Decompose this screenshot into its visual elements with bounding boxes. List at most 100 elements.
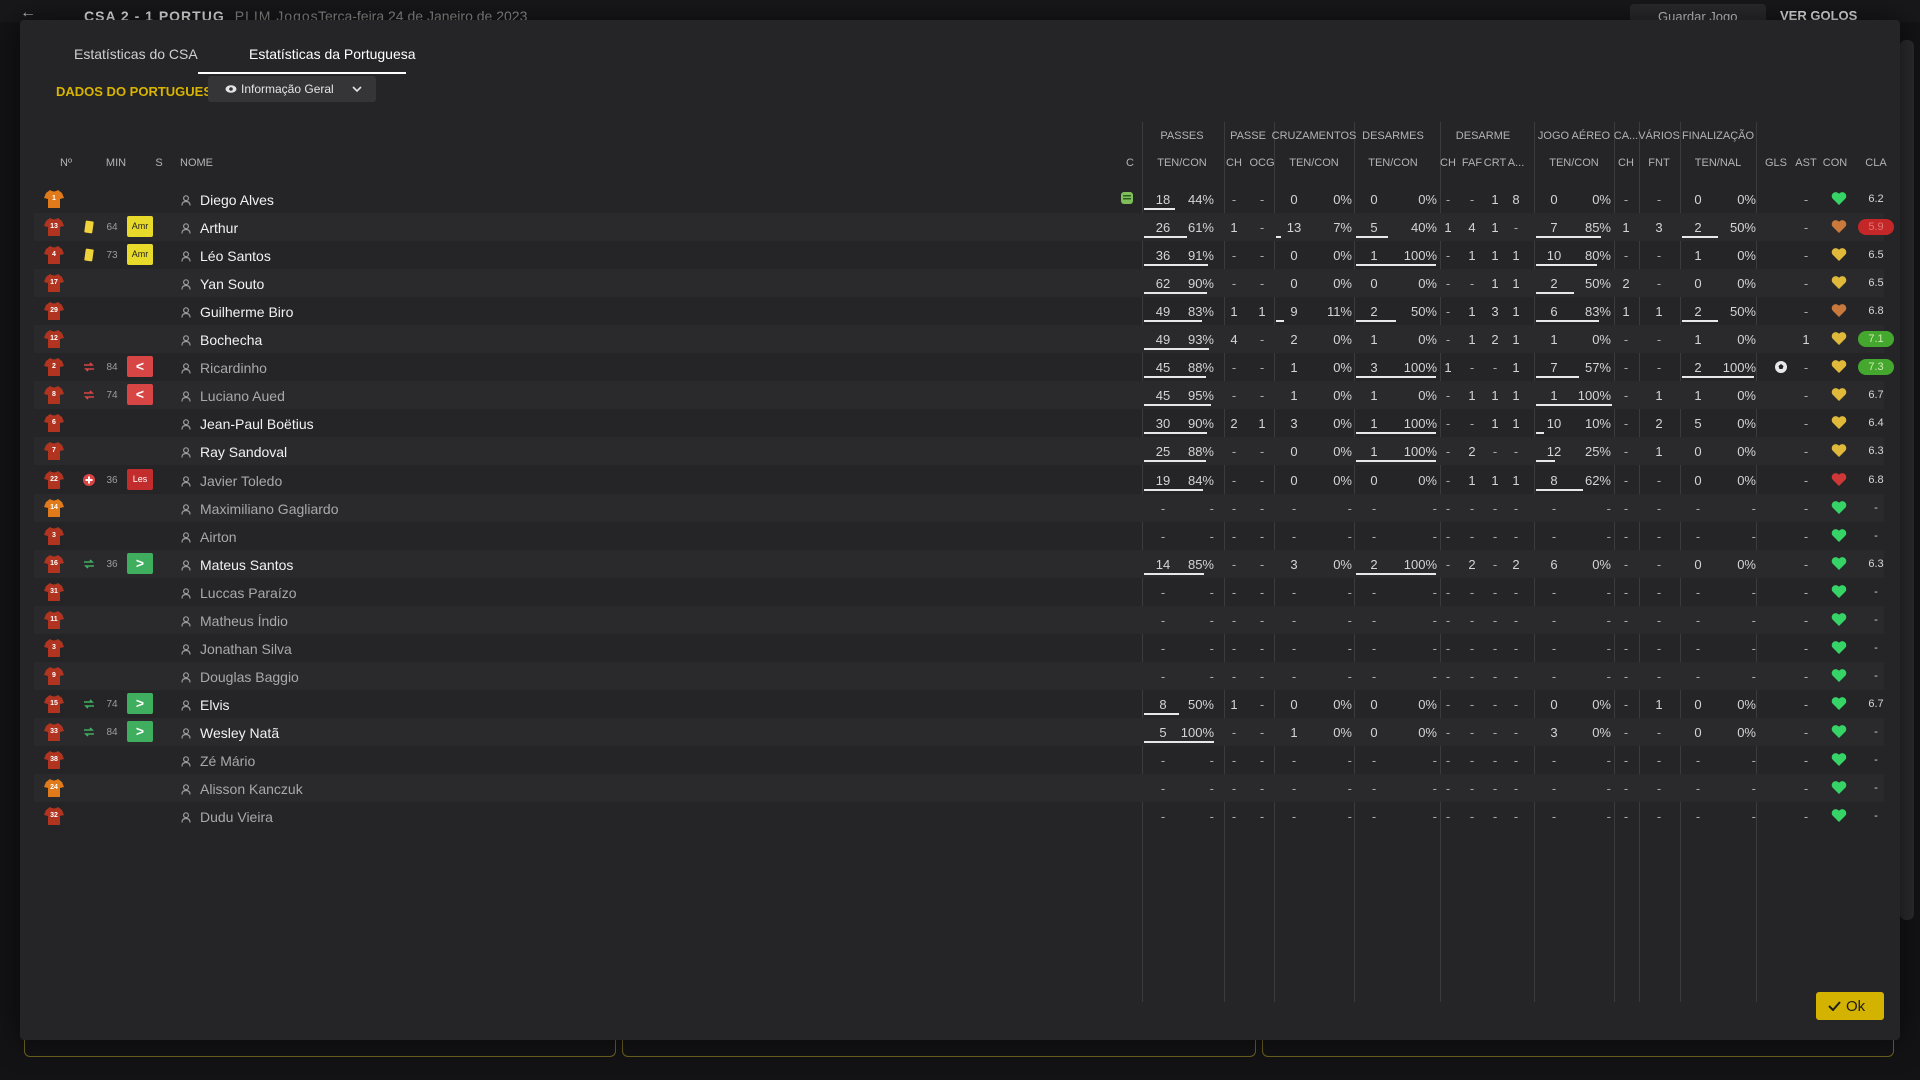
assists: - bbox=[1803, 444, 1809, 460]
passes-bar bbox=[1144, 236, 1187, 239]
passes-ch: - bbox=[1231, 388, 1237, 404]
table-row[interactable]: 13 64 Amr Arthur 26 61% 1-13 7% 5 40% 1 4 1-7 85% 1 3 2 5… bbox=[34, 213, 1894, 242]
crosses-percent: - bbox=[1347, 500, 1352, 516]
player-name[interactable]: Elvis bbox=[200, 697, 230, 713]
tab-csa-stats[interactable]: Estatísticas do CSA bbox=[74, 46, 198, 62]
assists: - bbox=[1803, 192, 1809, 207]
table-row[interactable]: 3 Jonathan Silva - - - - - - - - - - - - - - - - - - - - bbox=[34, 634, 1884, 662]
table-row[interactable]: 4 73 Amr Léo Santos 36 91% - -0 0% 1 100% -1 1 1 10 80%… bbox=[34, 241, 1884, 269]
table-row[interactable]: 2 84 < Ricardinho 45 88% - -1 0% 3 100% 1- -1 7 57% - -2… bbox=[34, 353, 1894, 381]
player-name[interactable]: Jean-Paul Boëtius bbox=[200, 416, 314, 432]
cards: - bbox=[1623, 753, 1629, 768]
substitution-icon bbox=[82, 388, 96, 402]
player-name[interactable]: Jonathan Silva bbox=[200, 641, 292, 657]
player-name[interactable]: Zé Mário bbox=[200, 753, 255, 769]
player-name[interactable]: Airton bbox=[200, 529, 237, 545]
player-name[interactable]: Dudu Vieira bbox=[200, 809, 273, 825]
ok-button[interactable]: Ok bbox=[1816, 992, 1884, 1020]
passes-attempts: - bbox=[1160, 781, 1166, 797]
tackle-faf: 4 bbox=[1468, 220, 1476, 236]
table-row[interactable]: 11 Matheus Índio - - - - - - - - - - - - - - - - - - - - bbox=[34, 605, 1884, 634]
shirt-number: 33 bbox=[50, 727, 58, 735]
table-row[interactable]: 1 Diego Alves 18 44% - -0 0% 0 0% - -1 8 0 0% - -0 0% -6.… bbox=[34, 185, 1884, 213]
player-name[interactable]: Arthur bbox=[200, 220, 238, 236]
tackle-faf: - bbox=[1469, 584, 1475, 600]
table-row[interactable]: 22 36 Les Javier Toledo 19 84% - -0 0% 0 0% -1 1 1 8 62… bbox=[34, 466, 1884, 494]
player-name[interactable]: Ray Sandoval bbox=[200, 444, 287, 460]
player-name[interactable]: Matheus Índio bbox=[200, 613, 288, 629]
player-name[interactable]: Diego Alves bbox=[200, 192, 274, 208]
shots-attempts: - bbox=[1695, 500, 1701, 516]
player-name[interactable]: Alisson Kanczuk bbox=[200, 781, 303, 797]
table-row[interactable]: 32 Dudu Vieira - - - - - - - - - - - - - - - - - - - - bbox=[34, 802, 1884, 830]
table-row[interactable]: 24 Alisson Kanczuk - - - - - - - - - - - - - - - - - - - - bbox=[34, 774, 1884, 803]
passes-ch: - bbox=[1231, 781, 1237, 797]
shirt-number-icon: 32 bbox=[44, 806, 64, 826]
shots-attempts: 0 bbox=[1694, 276, 1702, 292]
player-name[interactable]: Javier Toledo bbox=[200, 473, 282, 489]
shirt-number-icon: 1 bbox=[44, 189, 64, 209]
tackle-ch: - bbox=[1445, 500, 1451, 516]
player-name[interactable]: Luccas Paraízo bbox=[200, 585, 297, 601]
shirt-number: 3 bbox=[52, 643, 56, 651]
view-dropdown[interactable]: Informação Geral bbox=[208, 76, 376, 102]
passes-ocg: - bbox=[1259, 276, 1265, 292]
table-row[interactable]: 29 Guilherme Biro 49 83% 1 1 9 11% 2 50% -1 3 1 6 83% 1… bbox=[34, 297, 1884, 325]
aerial-percent: 0% bbox=[1592, 556, 1611, 572]
misc-fnt: 1 bbox=[1655, 444, 1663, 460]
tackle-crt: - bbox=[1492, 444, 1498, 460]
table-row[interactable]: 16 36 > Mateus Santos 14 85% - -3 0% 2 100% -2-2 6 0%… bbox=[34, 549, 1884, 578]
passes-attempts: 5 bbox=[1159, 724, 1167, 740]
tackles-percent: 100% bbox=[1403, 416, 1437, 432]
player-name[interactable]: Bochecha bbox=[200, 332, 262, 348]
player-name[interactable]: Mateus Santos bbox=[200, 557, 293, 573]
goal-ball-icon bbox=[1774, 360, 1788, 374]
crosses-attempts: - bbox=[1291, 528, 1297, 544]
player-name[interactable]: Luciano Aued bbox=[200, 388, 285, 404]
player-rating: - bbox=[1874, 782, 1878, 795]
shots-bar bbox=[1682, 320, 1718, 323]
player-name[interactable]: Léo Santos bbox=[200, 248, 271, 264]
tackle-faf: - bbox=[1469, 276, 1475, 292]
crosses-attempts: - bbox=[1291, 584, 1297, 600]
assists: - bbox=[1803, 416, 1809, 432]
shirt-number: 24 bbox=[50, 784, 58, 792]
condition-heart-icon bbox=[1831, 668, 1847, 683]
crosses-percent: - bbox=[1347, 753, 1352, 768]
shots-percent: - bbox=[1751, 612, 1756, 628]
passes-ch: - bbox=[1231, 809, 1237, 825]
assists: - bbox=[1803, 528, 1809, 544]
column-header: CH bbox=[1226, 157, 1242, 169]
player-name[interactable]: Yan Souto bbox=[200, 276, 264, 292]
table-row[interactable]: 6 Jean-Paul Boëtius 30 90% 2 1 3 0% 1 100% - -1 1 10 1… bbox=[34, 409, 1884, 437]
player-name[interactable]: Maximiliano Gagliardo bbox=[200, 501, 339, 517]
player-name[interactable]: Guilherme Biro bbox=[200, 304, 293, 320]
passes-attempts: 14 bbox=[1155, 556, 1171, 572]
tab-portuguesa-stats[interactable]: Estatísticas da Portuguesa bbox=[249, 46, 416, 62]
table-row[interactable]: 3 Airton - - - - - - - - - - - - - - - - - - - - bbox=[34, 522, 1884, 550]
passes-percent: - bbox=[1209, 668, 1214, 684]
table-row[interactable]: 9 Douglas Baggio - - - - - - - - - - - - - - - - - - - - bbox=[34, 661, 1884, 690]
group-header: VÁRIOS bbox=[1638, 130, 1680, 142]
player-name[interactable]: Douglas Baggio bbox=[200, 669, 299, 685]
table-row[interactable]: 38 Zé Mário - - - - - - - - - - - - - - - - - - - - bbox=[34, 746, 1884, 774]
table-row[interactable]: 8 74 < Luciano Aued 45 95% - -1 0% 1 0% -1 1 1 1 100% -1… bbox=[34, 381, 1884, 410]
shots-attempts: 1 bbox=[1694, 388, 1702, 404]
table-row[interactable]: 17 Yan Souto 62 90% - -0 0% 0 0% - -1 1 2 50% 2-0 0% -6.… bbox=[34, 269, 1884, 298]
misc-fnt: - bbox=[1656, 809, 1662, 825]
misc-fnt: 1 bbox=[1655, 696, 1663, 712]
table-row[interactable]: 31 Luccas Paraízo - - - - - - - - - - - - - - - - - - - - bbox=[34, 578, 1884, 606]
table-row[interactable]: 12 Bochecha 49 93% 4-2 0% 1 0% -1 2 1 1 0% - -1 0% 1 7.1 bbox=[34, 325, 1894, 354]
background-header: ← CSA 2 - 1 PORTUG PLIM Jogos Terça-feira… bbox=[0, 0, 1920, 24]
tackle-ch: - bbox=[1445, 781, 1451, 797]
player-name[interactable]: Wesley Natã bbox=[200, 725, 279, 741]
passes-percent: - bbox=[1209, 584, 1214, 600]
table-row[interactable]: 14 Maximiliano Gagliardo - - - - - - - - - - - - - - - - -… bbox=[34, 493, 1884, 522]
table-row[interactable]: 7 Ray Sandoval 25 88% - -0 0% 1 100% -2- -12 25% -1 0… bbox=[34, 437, 1884, 466]
passes-percent: - bbox=[1209, 500, 1214, 516]
column-header: CON bbox=[1822, 157, 1848, 169]
player-name[interactable]: Ricardinho bbox=[200, 360, 267, 376]
tackle-crt: - bbox=[1492, 781, 1498, 797]
table-row[interactable]: 33 84 > Wesley Natã 5 100% - -1 0% 0 0% - - - -3 0% - -0 0… bbox=[34, 717, 1884, 746]
table-row[interactable]: 15 74 > Elvis 8 50% 1-0 0% 0 0% - - - -0 0% -1 0 0% -6.7 bbox=[34, 690, 1884, 718]
